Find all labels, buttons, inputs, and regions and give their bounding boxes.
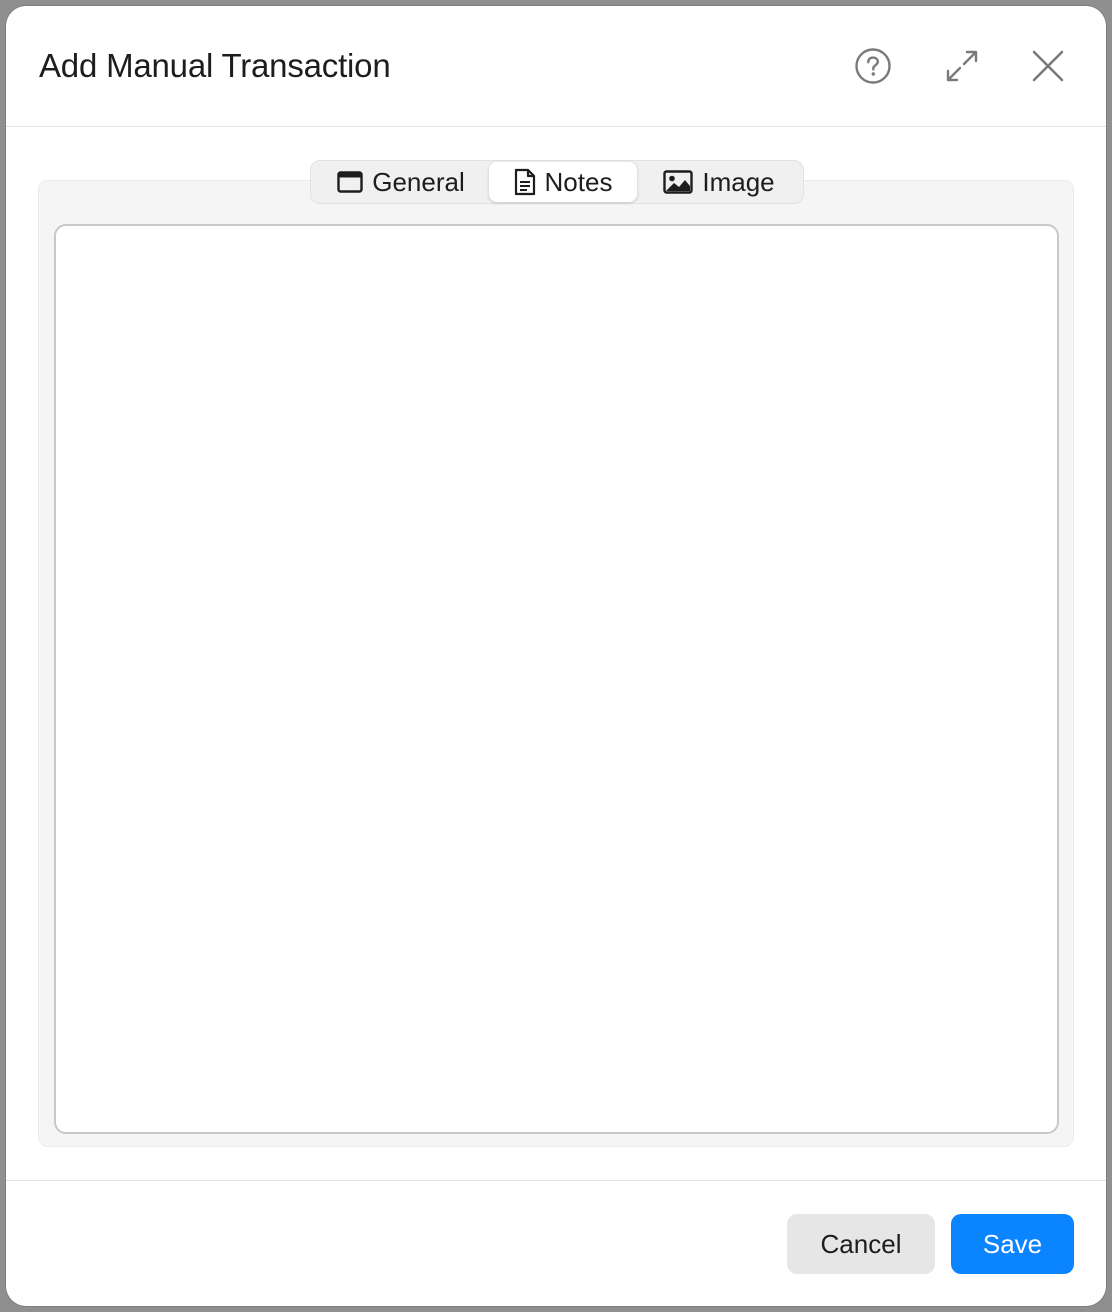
tab-image-label: Image [702,166,775,197]
notes-editor [54,224,1059,1134]
expand-arrows-icon [944,48,980,84]
dialog-footer: Cancel Save [6,1180,1106,1306]
tab-general[interactable]: General [313,162,489,202]
photo-icon [663,170,694,194]
help-button[interactable] [851,44,895,88]
close-x-icon [1031,49,1065,83]
tab-image[interactable]: Image [637,162,801,202]
document-icon [514,168,536,196]
save-button[interactable]: Save [951,1214,1074,1274]
tab-general-label: General [372,166,465,197]
notes-textarea[interactable] [62,232,1051,1126]
tab-notes[interactable]: Notes [489,162,637,202]
add-manual-transaction-dialog: Add Manual Transaction General Notes Ima… [6,6,1106,1306]
dialog-body: General Notes Image [6,127,1106,1181]
dialog-header: Add Manual Transaction [6,6,1106,127]
close-button[interactable] [1026,44,1070,88]
expand-button[interactable] [940,44,984,88]
tab-bar: General Notes Image [310,160,804,204]
cancel-button[interactable]: Cancel [787,1214,935,1274]
window-icon [337,171,363,193]
dialog-title: Add Manual Transaction [39,47,391,84]
tab-notes-label: Notes [544,166,613,197]
question-circle-icon [854,47,892,85]
